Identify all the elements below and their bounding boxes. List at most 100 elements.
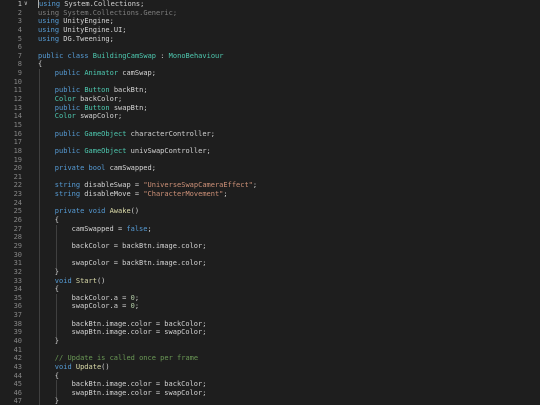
code-text[interactable]: public GameObject univSwapController; bbox=[55, 147, 211, 156]
code-text[interactable]: string disableSwap = "UniverseSwapCamera… bbox=[55, 181, 257, 190]
code-line[interactable]: 15 bbox=[0, 120, 540, 130]
code-lines[interactable]: 1 ∨ using System.Collections; 2 using System… bbox=[0, 0, 540, 405]
code-line[interactable]: 7 public class BuildingCamSwap : MonoBeha… bbox=[0, 52, 540, 61]
indent-guide bbox=[39, 276, 40, 286]
code-text[interactable]: swapBtn.image.color = swapColor; bbox=[72, 328, 207, 337]
code-text[interactable]: using DG.Tweening; bbox=[38, 35, 114, 44]
indent-guide bbox=[39, 216, 40, 225]
code-text[interactable]: public class BuildingCamSwap : MonoBehav… bbox=[38, 52, 223, 61]
code-line[interactable]: 43 void Update() bbox=[0, 362, 540, 372]
code-line[interactable]: 29 backColor = backBtn.image.color; bbox=[0, 241, 540, 251]
code-line[interactable]: 8{ bbox=[0, 60, 540, 69]
code-text[interactable]: // Update is called once per frame bbox=[55, 354, 198, 363]
code-text[interactable]: backBtn.image.color = backColor; bbox=[72, 320, 207, 329]
code-text[interactable]: camSwapped = false; bbox=[72, 225, 152, 234]
chevron-down-icon[interactable]: ∨ bbox=[24, 0, 32, 9]
code-text[interactable]: void Start() bbox=[55, 277, 106, 286]
code-text[interactable]: private void Awake() bbox=[55, 207, 139, 216]
code-text[interactable]: { bbox=[55, 216, 59, 225]
code-line[interactable]: 32} bbox=[0, 267, 540, 277]
code-text[interactable]: backBtn.image.color = backColor; bbox=[72, 380, 207, 389]
code-text[interactable]: swapColor.a = 0; bbox=[72, 302, 139, 311]
code-line[interactable]: 25 private void Awake() bbox=[0, 207, 540, 217]
code-editor[interactable]: 1 ∨ using System.Collections; 2 using System… bbox=[0, 0, 540, 405]
code-line[interactable]: 17 bbox=[0, 138, 540, 147]
code-text[interactable]: backColor.a = 0; bbox=[72, 294, 139, 303]
indent-guide bbox=[39, 259, 40, 268]
code-line[interactable]: 34 { bbox=[0, 285, 540, 294]
code-line[interactable]: 1 ∨ using System.Collections; bbox=[0, 0, 540, 9]
code-text[interactable]: public Animator camSwap; bbox=[55, 69, 156, 78]
code-line[interactable]: 22 string disableSwap = "UniverseSwapCame… bbox=[0, 181, 540, 191]
code-line[interactable]: 26 { bbox=[0, 216, 540, 225]
code-text[interactable]: void Update() bbox=[55, 363, 110, 372]
code-text[interactable]: { bbox=[55, 372, 59, 381]
code-line[interactable]: 20 private bool camSwapped; bbox=[0, 164, 540, 173]
code-line[interactable]: 30 bbox=[0, 250, 540, 260]
code-line[interactable]: 47} bbox=[0, 397, 540, 405]
code-text[interactable]: swapColor = backBtn.image.color; bbox=[72, 259, 207, 268]
code-line[interactable]: 21 bbox=[0, 172, 540, 182]
code-token: swapBtn; bbox=[109, 103, 148, 112]
code-token: backColor = backBtn.image.color; bbox=[71, 241, 207, 250]
code-line[interactable]: 2 using System.Collections.Generic; bbox=[0, 9, 540, 18]
code-text[interactable]: string disableMove = "CharacterMovement"… bbox=[55, 190, 228, 199]
code-line[interactable]: 12 Color backColor; bbox=[0, 95, 540, 104]
code-line[interactable]: 14 Color swapColor; bbox=[0, 112, 540, 121]
code-line[interactable]: 10 bbox=[0, 77, 540, 87]
code-line[interactable]: 13 public Button swapBtn; bbox=[0, 103, 540, 113]
line-number: 9 bbox=[17, 69, 22, 78]
code-text[interactable]: using System.Collections; bbox=[38, 0, 144, 9]
code-text[interactable]: using UnityEngine; bbox=[38, 17, 114, 26]
code-token: DG.Tweening; bbox=[59, 34, 114, 43]
code-line[interactable]: 36 swapColor.a = 0; bbox=[0, 302, 540, 312]
code-text[interactable]: Color swapColor; bbox=[55, 112, 122, 121]
code-line[interactable]: 5 using DG.Tweening; bbox=[0, 35, 540, 44]
code-text[interactable]: using UnityEngine.UI; bbox=[38, 26, 127, 35]
code-token: } bbox=[54, 397, 60, 405]
code-line[interactable]: 11 public Button backBtn; bbox=[0, 86, 540, 96]
code-token: { bbox=[54, 216, 60, 225]
code-text[interactable]: public GameObject characterController; bbox=[55, 130, 215, 139]
code-line[interactable]: 28 bbox=[0, 233, 540, 242]
indent-guide bbox=[39, 336, 40, 346]
code-text[interactable]: { bbox=[55, 285, 59, 294]
code-line[interactable]: 4 using UnityEngine.UI; bbox=[0, 26, 540, 35]
code-text[interactable]: Color backColor; bbox=[55, 95, 122, 104]
code-line[interactable]: 38 backBtn.image.color = backColor; bbox=[0, 319, 540, 329]
code-text[interactable]: private bool camSwapped; bbox=[55, 164, 156, 173]
code-line[interactable]: 35 backColor.a = 0; bbox=[0, 293, 540, 303]
code-line[interactable]: 37 bbox=[0, 311, 540, 320]
line-number: 38 bbox=[13, 319, 22, 328]
code-line[interactable]: 27 camSwapped = false; bbox=[0, 224, 540, 234]
code-text[interactable]: } bbox=[55, 337, 59, 346]
code-line[interactable]: 6 bbox=[0, 43, 540, 52]
code-text[interactable]: swapBtn.image.color = swapColor; bbox=[72, 389, 207, 398]
code-text[interactable]: } bbox=[55, 268, 59, 277]
code-text[interactable]: } bbox=[55, 397, 59, 405]
code-line[interactable]: 41 bbox=[0, 345, 540, 355]
code-line[interactable]: 39 swapBtn.image.color = swapColor; bbox=[0, 328, 540, 337]
code-line[interactable]: 19 bbox=[0, 155, 540, 165]
code-line[interactable]: 18 public GameObject univSwapController; bbox=[0, 146, 540, 156]
code-text[interactable]: { bbox=[38, 60, 42, 69]
code-line[interactable]: 3 using UnityEngine; bbox=[0, 17, 540, 26]
code-line[interactable]: 16 public GameObject characterController; bbox=[0, 129, 540, 139]
code-line[interactable]: 31 swapColor = backBtn.image.color; bbox=[0, 259, 540, 268]
code-text[interactable]: public Button swapBtn; bbox=[55, 104, 148, 113]
code-line[interactable]: 45 backBtn.image.color = backColor; bbox=[0, 380, 540, 389]
indent-guide bbox=[39, 380, 40, 389]
line-number: 13 bbox=[13, 103, 22, 112]
code-line[interactable]: 44 { bbox=[0, 371, 540, 381]
code-line[interactable]: 42 // Update is called once per frame bbox=[0, 354, 540, 363]
code-token: backColor; bbox=[75, 95, 123, 104]
code-line[interactable]: 33 void Start() bbox=[0, 276, 540, 286]
code-line[interactable]: 24 bbox=[0, 198, 540, 208]
code-line[interactable]: 46 swapBtn.image.color = swapColor; bbox=[0, 388, 540, 398]
code-text[interactable]: using System.Collections.Generic; bbox=[38, 9, 177, 18]
code-line[interactable]: 9 public Animator camSwap; bbox=[0, 69, 540, 78]
code-text[interactable]: backColor = backBtn.image.color; bbox=[72, 242, 207, 251]
code-line[interactable]: 23 string disableMove = "CharacterMovemen… bbox=[0, 190, 540, 199]
code-text[interactable]: public Button backBtn; bbox=[55, 86, 148, 95]
code-line[interactable]: 40} bbox=[0, 336, 540, 346]
